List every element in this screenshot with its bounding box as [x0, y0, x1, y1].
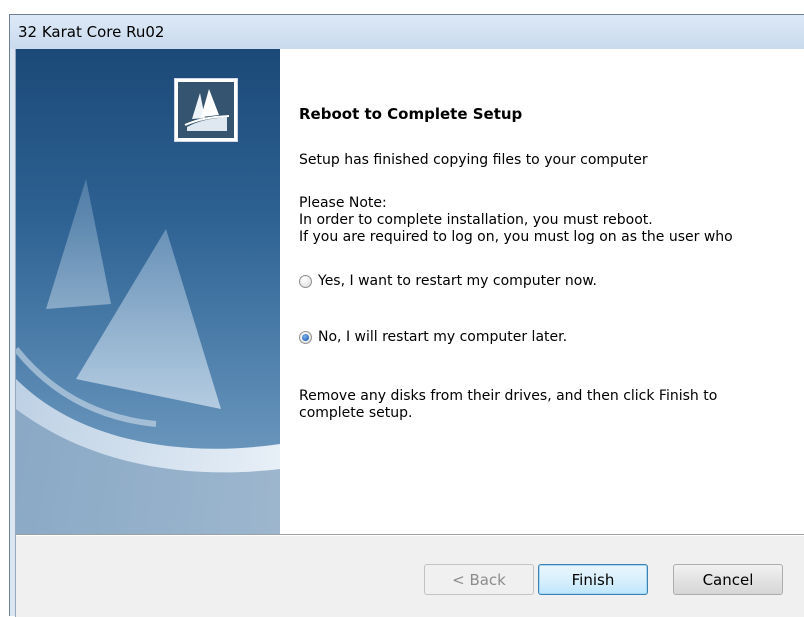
restart-now-option[interactable]: Yes, I want to restart my computer now.	[299, 271, 597, 291]
installshield-logo-icon	[174, 78, 238, 142]
finish-button[interactable]: Finish	[538, 564, 648, 595]
note-line-1: In order to complete installation, you m…	[299, 212, 653, 228]
remove-disks-text: Remove any disks from their drives, and …	[299, 388, 718, 421]
restart-later-label[interactable]: No, I will restart my computer later.	[318, 329, 567, 345]
banner-art	[16, 179, 280, 534]
note-title: Please Note:	[299, 195, 387, 211]
dialog-client-area: Reboot to Complete Setup Setup has finis…	[15, 49, 804, 617]
title-bar[interactable]: 32 Karat Core Ru02	[10, 15, 804, 49]
back-button[interactable]: < Back	[424, 564, 534, 595]
wizard-banner-image	[16, 49, 280, 534]
restart-now-label[interactable]: Yes, I want to restart my computer now.	[318, 273, 597, 289]
cancel-button[interactable]: Cancel	[673, 564, 783, 595]
button-area-divider	[16, 534, 804, 536]
window-title: 32 Karat Core Ru02	[18, 23, 165, 41]
finished-copying-text: Setup has finished copying files to your…	[299, 152, 648, 168]
note-line-2: If you are required to log on, you must …	[299, 229, 733, 245]
restart-later-option[interactable]: No, I will restart my computer later.	[299, 327, 567, 347]
setup-dialog: 32 Karat Core Ru02 Reboot to Complete Se…	[9, 14, 804, 617]
page-heading: Reboot to Complete Setup	[299, 105, 523, 123]
wizard-content-panel: Reboot to Complete Setup Setup has finis…	[280, 49, 804, 534]
restart-now-radio[interactable]	[299, 274, 312, 288]
restart-later-radio[interactable]	[299, 330, 312, 344]
